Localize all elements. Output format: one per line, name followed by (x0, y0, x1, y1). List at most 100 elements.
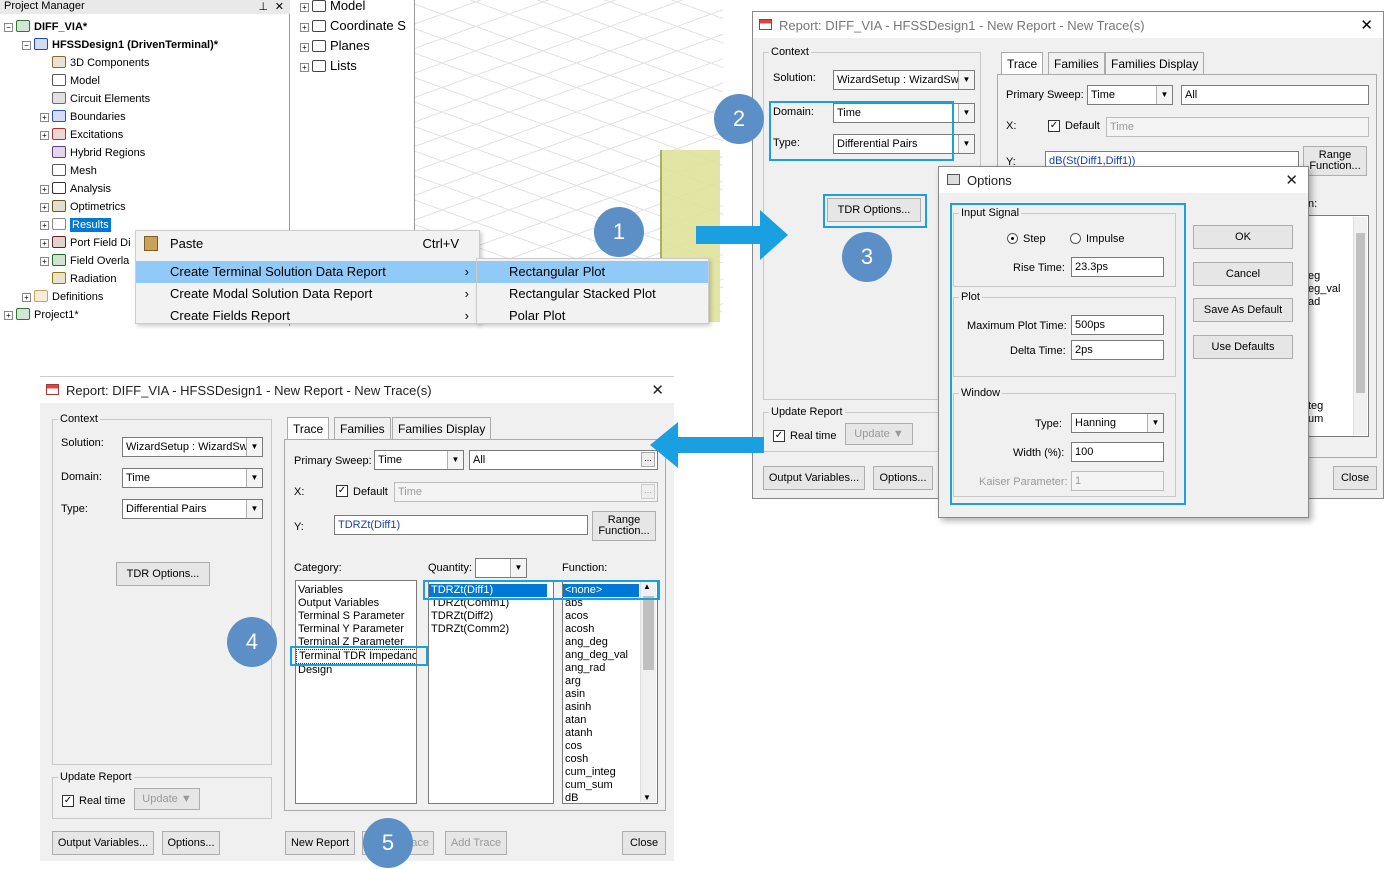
expand-toggle-icon[interactable]: + (40, 257, 49, 266)
list-item[interactable]: Output Variables (296, 597, 416, 610)
sweep-range-input[interactable]: All (1181, 85, 1369, 105)
cancel-button[interactable]: Cancel (1193, 262, 1293, 286)
tree-item[interactable]: − HFSSDesign1 (DrivenTerminal)* (22, 36, 218, 54)
sweep-range-input[interactable]: All... (469, 450, 658, 470)
primary-sweep-select[interactable]: Time ▼ (374, 450, 464, 470)
close-icon[interactable]: ✕ (275, 0, 284, 13)
output-variables-button[interactable]: Output Variables... (763, 466, 865, 490)
tree-item[interactable]: −Model (40, 72, 100, 90)
tree-item[interactable]: −Circuit Elements (40, 90, 150, 108)
tree-item[interactable]: + Analysis (40, 180, 111, 198)
type-select[interactable]: Differential Pairs ▼ (122, 499, 263, 519)
options-button[interactable]: Options... (873, 466, 933, 490)
solution-select[interactable]: WizardSetup : WizardSwe ▼ (833, 70, 975, 90)
use-defaults-button[interactable]: Use Defaults (1193, 335, 1293, 359)
range-function-button[interactable]: Range Function... (592, 511, 656, 541)
new-report-button[interactable]: New Report (285, 831, 355, 855)
tree-item[interactable]: −3D Components (40, 54, 150, 72)
close-button[interactable]: Close (622, 831, 666, 855)
tree-item[interactable]: + Definitions (22, 288, 103, 306)
tab-trace[interactable]: Trace (287, 417, 330, 441)
expand-toggle-icon[interactable]: + (300, 63, 309, 72)
scroll-down-icon[interactable]: ▼ (643, 793, 651, 802)
expand-toggle-icon[interactable]: + (40, 185, 49, 194)
scroll-thumb[interactable] (1356, 233, 1365, 393)
menu-item-terminal-report[interactable]: Create Terminal Solution Data Report › (136, 261, 479, 283)
tab-families-display[interactable]: Families Display (1105, 52, 1205, 74)
expand-toggle-icon[interactable]: − (4, 23, 13, 32)
tree-item[interactable]: + Excitations (40, 126, 123, 144)
menu-item-fields-report[interactable]: Create Fields Report › (136, 305, 479, 327)
ellipsis-button[interactable]: ... (641, 484, 655, 499)
menu-item-paste[interactable]: Paste Ctrl+V (136, 233, 479, 255)
real-time-checkbox[interactable]: ✓ (773, 430, 785, 442)
expand-toggle-icon[interactable]: + (40, 203, 49, 212)
model-tree-item[interactable]: + Model (300, 0, 365, 15)
default-checkbox[interactable]: ✓ (336, 485, 348, 497)
tree-item[interactable]: + Results (40, 216, 111, 234)
list-item[interactable]: Terminal Y Parameter (296, 623, 416, 636)
menu-item-modal-report[interactable]: Create Modal Solution Data Report › (136, 283, 479, 305)
x-input[interactable]: Time (1106, 117, 1369, 137)
scroll-thumb[interactable] (643, 596, 654, 670)
close-icon[interactable]: ✕ (651, 381, 664, 399)
list-item[interactable]: TDRZt(Comm2) (429, 623, 553, 636)
expand-toggle-icon[interactable]: + (300, 3, 309, 12)
update-button[interactable]: Update ▼ (845, 423, 913, 445)
expand-toggle-icon[interactable]: − (22, 41, 31, 50)
tab-trace[interactable]: Trace (1001, 52, 1044, 76)
submenu-polar-plot[interactable]: Polar Plot (477, 305, 708, 327)
tree-item[interactable]: −Radiation (40, 270, 116, 288)
save-as-default-button[interactable]: Save As Default (1193, 298, 1293, 322)
expand-toggle-icon[interactable]: + (40, 221, 49, 230)
y-input[interactable]: TDRZt(Diff1) (334, 515, 588, 535)
model-tree-item[interactable]: + Planes (300, 37, 370, 55)
quantity-list[interactable]: TDRZt(Diff1) TDRZt(Comm1) TDRZt(Diff2) TDRZ… (428, 580, 554, 804)
tree-item[interactable]: + Project1* (4, 306, 79, 324)
list-item[interactable]: Variables (296, 584, 416, 597)
tab-families[interactable]: Families (1048, 52, 1105, 74)
tdr-options-button[interactable]: TDR Options... (116, 562, 210, 586)
list-item[interactable]: TDRZt(Diff2) (429, 610, 553, 623)
category-list[interactable]: Variables Output Variables Terminal S Para… (295, 580, 417, 804)
expand-toggle-icon[interactable]: + (300, 23, 309, 32)
domain-select[interactable]: Time ▼ (122, 468, 263, 488)
tree-item[interactable]: −Mesh (40, 162, 97, 180)
model-tree-item[interactable]: + Lists (300, 57, 357, 75)
close-icon[interactable]: ✕ (1285, 171, 1298, 189)
expand-toggle-icon[interactable]: + (40, 131, 49, 140)
expand-toggle-icon[interactable]: + (40, 113, 49, 122)
tree-item[interactable]: + Port Field Di (40, 234, 131, 252)
expand-toggle-icon[interactable]: + (40, 239, 49, 248)
tree-item[interactable]: + Field Overla (40, 252, 129, 270)
function-scrollbar[interactable] (1353, 217, 1367, 435)
primary-sweep-select[interactable]: Time ▼ (1087, 85, 1173, 105)
tree-item[interactable]: −Hybrid Regions (40, 144, 145, 162)
range-function-button[interactable]: Range Function... (1303, 146, 1367, 176)
submenu-rectangular-stacked-plot[interactable]: Rectangular Stacked Plot (477, 283, 708, 305)
expand-toggle-icon[interactable]: + (22, 293, 31, 302)
quantity-filter-select[interactable]: ▼ (475, 558, 527, 578)
options-button[interactable]: Options... (162, 831, 220, 855)
real-time-checkbox[interactable]: ✓ (62, 795, 74, 807)
output-variables-button[interactable]: Output Variables... (52, 831, 154, 855)
tree-item[interactable]: + Optimetrics (40, 198, 126, 216)
expand-toggle-icon[interactable]: + (300, 43, 309, 52)
x-input[interactable]: Time... (394, 482, 658, 502)
submenu-rectangular-plot[interactable]: Rectangular Plot (477, 261, 708, 283)
tree-item[interactable]: + Boundaries (40, 108, 126, 126)
pin-icon[interactable]: ⊥ (258, 0, 268, 13)
close-icon[interactable]: ✕ (1360, 16, 1373, 34)
default-checkbox[interactable]: ✓ (1048, 120, 1060, 132)
expand-toggle-icon[interactable]: + (4, 311, 13, 320)
function-scrollbar[interactable]: ▲ ▼ (640, 582, 656, 802)
add-trace-button[interactable]: Add Trace (445, 831, 507, 855)
tab-families-display[interactable]: Families Display (392, 417, 492, 439)
tree-item[interactable]: − DIFF_VIA* (4, 18, 87, 36)
update-button[interactable]: Update ▼ (134, 788, 200, 810)
model-tree-item[interactable]: + Coordinate S (300, 17, 406, 35)
ok-button[interactable]: OK (1193, 225, 1293, 249)
solution-select[interactable]: WizardSetup : WizardSwe ▼ (122, 437, 263, 457)
close-button[interactable]: Close (1333, 466, 1377, 490)
tab-families[interactable]: Families (334, 417, 391, 439)
